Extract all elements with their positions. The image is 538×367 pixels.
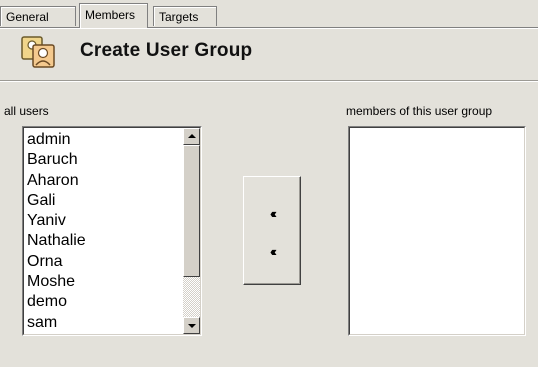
- tab-general[interactable]: General: [0, 6, 76, 26]
- members-label: members of this user group: [346, 104, 493, 118]
- arrow-down-icon: [188, 324, 196, 328]
- remove-member-button[interactable]: ‹‹‹: [258, 243, 286, 261]
- all-users-label: all users: [4, 104, 49, 118]
- tab-members[interactable]: Members: [79, 3, 148, 28]
- scrollbar-thumb[interactable]: [183, 145, 200, 277]
- add-member-button[interactable]: ‹‹‹: [258, 205, 286, 223]
- header: Create User Group: [0, 28, 538, 80]
- list-item[interactable]: Yaniv: [27, 211, 86, 231]
- members-list[interactable]: [348, 126, 526, 336]
- tab-divider-highlight: [0, 28, 538, 29]
- list-item[interactable]: sam: [27, 313, 86, 333]
- all-users-items: admin Baruch Aharon Gali Yaniv Nathalie …: [27, 130, 86, 333]
- vertical-scrollbar[interactable]: [183, 128, 200, 334]
- list-item[interactable]: admin: [27, 130, 86, 150]
- tab-bar: General Members Targets: [0, 0, 538, 29]
- page-title: Create User Group: [80, 40, 253, 61]
- header-divider-highlight: [0, 81, 538, 82]
- list-item[interactable]: Aharon: [27, 171, 86, 191]
- tab-targets[interactable]: Targets: [153, 6, 217, 26]
- members-list-frame: [349, 127, 525, 335]
- move-buttons-panel: ‹‹‹ ‹‹‹: [243, 176, 301, 285]
- list-item[interactable]: Moshe: [27, 272, 86, 292]
- list-item[interactable]: Nathalie: [27, 231, 86, 251]
- scroll-down-button[interactable]: [183, 317, 200, 334]
- user-group-icon: [21, 36, 55, 68]
- list-item[interactable]: Baruch: [27, 150, 86, 170]
- all-users-list[interactable]: admin Baruch Aharon Gali Yaniv Nathalie …: [22, 126, 202, 336]
- list-item[interactable]: demo: [27, 292, 86, 312]
- scroll-up-button[interactable]: [183, 128, 200, 145]
- list-item[interactable]: Orna: [27, 252, 86, 272]
- list-item[interactable]: Gali: [27, 191, 86, 211]
- arrow-up-icon: [188, 134, 196, 138]
